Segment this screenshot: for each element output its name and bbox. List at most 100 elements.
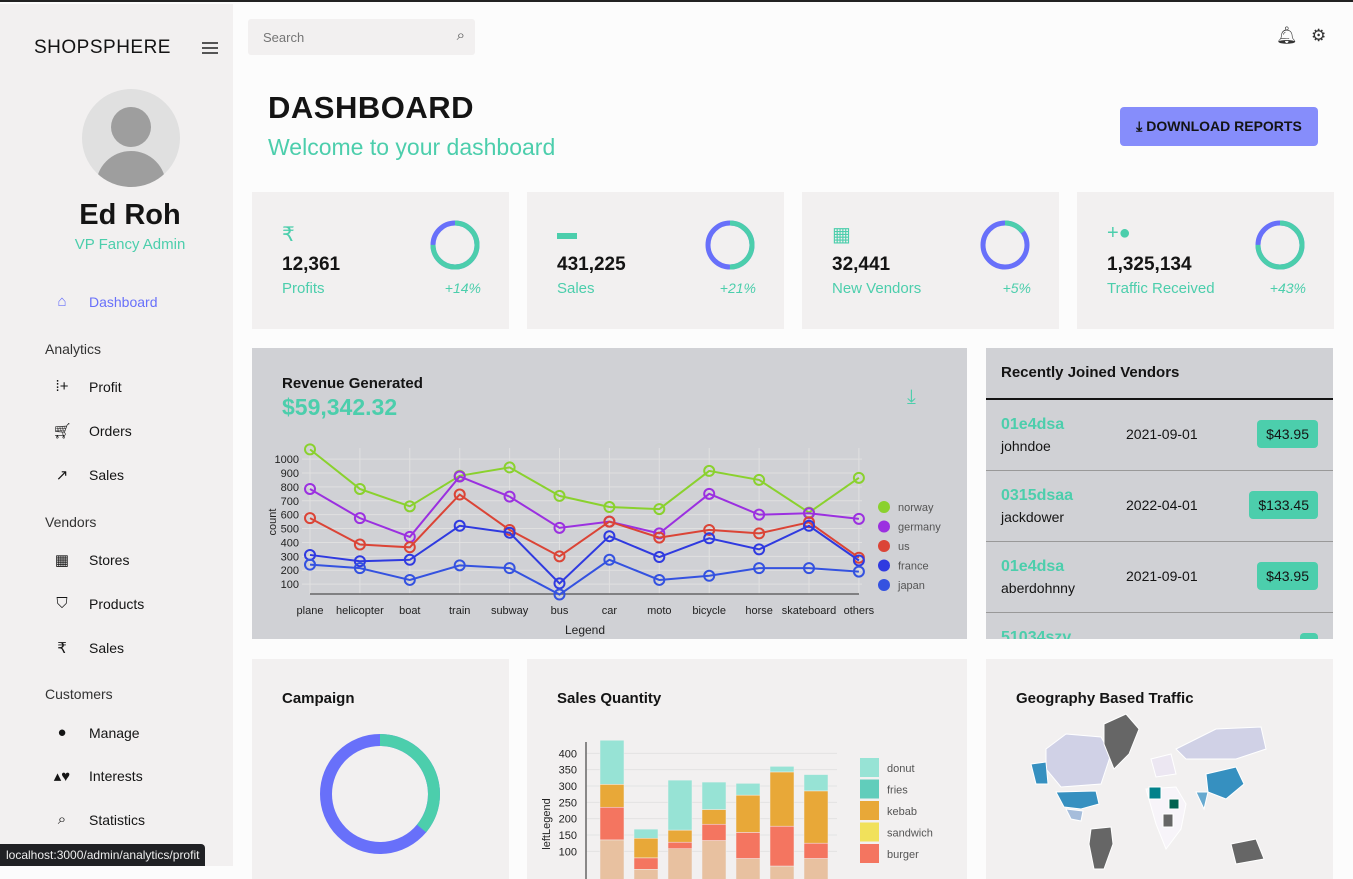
geography-map: [1030, 713, 1267, 870]
y-axis-label: count: [267, 509, 279, 536]
menu-icon[interactable]: [202, 42, 218, 54]
x-tick-label: boat: [399, 605, 420, 617]
legend-label[interactable]: us: [898, 541, 910, 553]
stat-value: 12,361: [282, 254, 341, 275]
bar-segment-burger: [769, 825, 795, 867]
notifications-icon[interactable]: 🔔︎: [1276, 26, 1298, 46]
y-tick-label: 150: [559, 830, 577, 842]
legend-label[interactable]: japan: [897, 580, 925, 592]
section-vendors: Vendors: [45, 514, 97, 530]
stat-increase: +5%: [1002, 280, 1031, 296]
vendor-user: jackdower: [1001, 509, 1065, 525]
stat-value: 32,441: [832, 254, 891, 275]
stat-increase: +21%: [719, 280, 756, 296]
legend-label[interactable]: france: [898, 561, 929, 573]
bar-segment-kebab: [769, 771, 795, 827]
legend-label[interactable]: burger: [887, 849, 919, 861]
store-icon: ▦: [54, 552, 70, 569]
legend-swatch: [860, 844, 879, 863]
cart-icon: 🛒︎: [52, 423, 72, 440]
sidebar-item-stores[interactable]: ▦ Stores: [52, 551, 130, 569]
stat-label: Profits: [282, 280, 325, 297]
legend-label[interactable]: germany: [898, 522, 941, 534]
rupee-icon: ₹: [57, 640, 67, 657]
legend-swatch: [878, 540, 890, 552]
bar-segment-burger: [803, 842, 829, 859]
sidebar-item-interests[interactable]: ▴♥ Interests: [52, 767, 143, 785]
sidebar-item-profit[interactable]: ⁞+ Profit: [52, 378, 122, 395]
vendor-id: 01e4dsa: [1001, 416, 1065, 433]
legend-label[interactable]: donut: [887, 763, 915, 775]
bar-segment-kebab: [701, 809, 727, 825]
y-tick-label: 100: [281, 579, 299, 591]
y-tick-label: 600: [281, 510, 299, 522]
bar-segment-donut: [803, 774, 829, 792]
campaign-card: Campaign: [252, 659, 509, 879]
sidebar-item-products[interactable]: ⛉ Products: [52, 595, 144, 612]
bar-segment-burger: [701, 823, 727, 841]
sidebar-item-vendor-sales[interactable]: ₹ Sales: [52, 639, 124, 657]
vendor-row: 51034szv: [986, 613, 1333, 639]
bar-segment-donut: [735, 783, 761, 796]
settings-icon[interactable]: ⚙: [1311, 26, 1326, 46]
vendor-date: 2021-09-01: [1126, 568, 1198, 584]
bar-segment: [735, 858, 761, 879]
sales-quantity-bar-chart: 100 150 200 250 300 350 400 leftLegend donut frie…: [541, 740, 933, 879]
sidebar-item-label: Orders: [89, 423, 132, 439]
search-icon[interactable]: ⌕: [457, 27, 465, 44]
rupee-icon: ₹: [282, 224, 295, 246]
vendor-cost-badge: $133.45: [1249, 491, 1318, 519]
x-tick-label: helicopter: [336, 605, 384, 617]
map-europe: [1150, 753, 1177, 778]
sidebar-item-dashboard[interactable]: ⌂ Dashboard: [52, 293, 157, 310]
person-icon: ●: [57, 724, 67, 741]
map-algeria: [1148, 786, 1162, 800]
sidebar-item-statistics[interactable]: ⌕ Statistics: [52, 811, 145, 828]
legend-label[interactable]: kebab: [887, 806, 917, 818]
x-tick-label: horse: [745, 605, 773, 617]
x-tick-label: skateboard: [782, 605, 836, 617]
sidebar-item-label: Stores: [89, 552, 130, 568]
vendor-cost-badge: $43.95: [1257, 420, 1318, 448]
brand-logo: SHOPSPHERE: [34, 37, 171, 58]
query-stats-icon: ⌕: [57, 811, 67, 828]
bar-segment: [769, 865, 795, 879]
bar-segment-donut: [667, 779, 693, 831]
legend-label[interactable]: fries: [887, 785, 908, 797]
stat-label: Sales: [557, 280, 595, 297]
stat-card: ₹ 12,361 Profits +14%: [252, 192, 509, 329]
series-line-france: [309, 524, 860, 585]
stat-increase: +43%: [1269, 280, 1306, 296]
y-tick-label: 300: [559, 781, 577, 793]
sidebar-item-manage[interactable]: ● Manage: [52, 724, 140, 741]
vendor-row: 01e4dsa johndoe 2021-09-01 $43.95: [986, 400, 1333, 471]
download-icon: ⤓: [1136, 118, 1147, 134]
bar-segment-burger: [599, 806, 625, 841]
y-tick-label: 200: [281, 565, 299, 577]
download-reports-button[interactable]: ⤓ DOWNLOAD REPORTS: [1120, 107, 1318, 146]
sidebar-item-analytics-sales[interactable]: ↗ Sales: [52, 466, 124, 484]
sidebar-item-orders[interactable]: 🛒︎ Orders: [52, 422, 132, 440]
bar-segment-donut: [633, 828, 659, 839]
legend-swatch: [860, 758, 879, 777]
x-tick-label: others: [844, 605, 875, 617]
vendor-id: 01e4dsa: [1001, 558, 1065, 575]
legend-label[interactable]: sandwich: [887, 828, 933, 840]
sidebar-item-label: Manage: [89, 724, 140, 741]
search-input[interactable]: [248, 19, 428, 55]
vendor-user: aberdohnny: [1001, 580, 1075, 596]
y-tick-label: 700: [281, 496, 299, 508]
person-add-icon: +●: [1107, 222, 1131, 244]
x-tick-label: moto: [647, 605, 671, 617]
legend-label[interactable]: norway: [898, 502, 934, 514]
series-line-germany: [309, 475, 860, 539]
legend-swatch: [860, 779, 879, 799]
sidebar-item-label: Statistics: [89, 811, 146, 828]
stat-label: New Vendors: [832, 280, 922, 297]
status-bar-url: localhost:3000/admin/analytics/profit: [0, 844, 206, 866]
stat-card: +● 1,325,134 Traffic Received +43%: [1077, 192, 1334, 329]
sidebar-item-label: Interests: [89, 768, 143, 784]
bar-segment-donut: [769, 766, 795, 773]
user-role: VP Fancy Admin: [74, 236, 186, 253]
map-australia: [1230, 838, 1265, 865]
